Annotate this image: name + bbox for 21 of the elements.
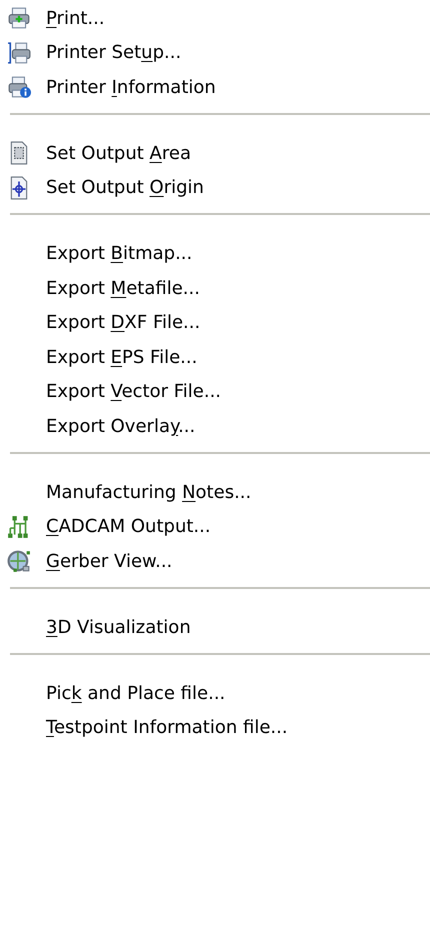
menu-item[interactable]: Export EPS File...: [46, 346, 198, 368]
menu-item[interactable]: Testpoint Information file...: [46, 717, 288, 738]
menu-item[interactable]: 3D Visualization: [46, 616, 191, 638]
menu-item[interactable]: Export Bitmap...: [46, 243, 192, 264]
menu-item[interactable]: Print...: [46, 8, 105, 29]
menu-item[interactable]: Export Overlay...: [46, 416, 196, 437]
printer-info-icon: [7, 75, 31, 100]
menu-item[interactable]: Export Vector File...: [46, 381, 222, 402]
menu-item[interactable]: Manufacturing Notes...: [46, 482, 252, 503]
menu-item[interactable]: Set Output Area: [46, 142, 191, 164]
menu-item[interactable]: Export DXF File...: [46, 312, 200, 334]
printer-ruler-icon: [7, 40, 31, 65]
menu-item[interactable]: Printer Information: [46, 76, 216, 98]
menu-item[interactable]: Printer Setup...: [46, 42, 182, 64]
menu-item[interactable]: Pick and Place file...: [46, 682, 226, 704]
menu-item[interactable]: CADCAM Output...: [46, 516, 211, 538]
printer-icon: [7, 6, 31, 30]
menu-item[interactable]: Set Output Origin: [46, 177, 204, 198]
menu-item[interactable]: Gerber View...: [46, 550, 172, 572]
menu-item[interactable]: Export Metafile...: [46, 278, 200, 299]
globe-icon: [7, 549, 31, 574]
